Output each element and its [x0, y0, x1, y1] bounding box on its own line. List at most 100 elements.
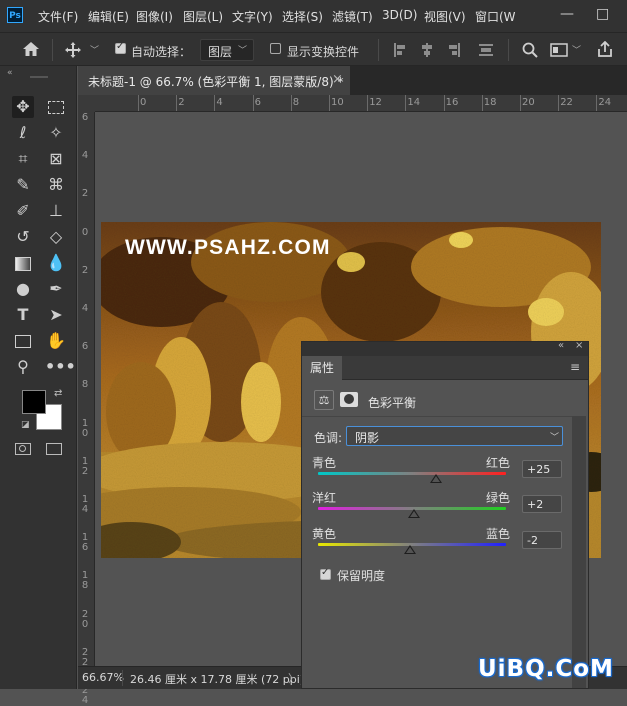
panel-tab-row: 属性 ≡ — [302, 356, 588, 380]
ruler-tick-label: 1 0 — [81, 417, 89, 439]
close-panel-icon[interactable]: × — [575, 340, 583, 351]
eyedropper-tool-icon[interactable]: ✎ — [12, 174, 34, 196]
menu-file[interactable]: 文件(F) — [38, 8, 78, 25]
clone-stamp-tool-icon[interactable]: ⊥ — [45, 200, 67, 222]
slider-left-label: 黄色 — [312, 527, 337, 541]
color-slider-thumb[interactable] — [404, 545, 417, 554]
auto-select-target-dropdown[interactable]: 图层 ﹀ — [200, 39, 254, 61]
chevron-down-icon[interactable]: ﹀ — [90, 43, 99, 56]
default-colors-icon[interactable]: ◪ — [21, 420, 30, 430]
ruler-tick — [481, 95, 483, 111]
color-slider-thumb[interactable] — [407, 509, 420, 518]
color-value-input[interactable]: -2 — [522, 531, 562, 549]
ruler-tick-label: 18 — [483, 97, 497, 108]
balance-scale-icon[interactable]: ⚖ — [314, 390, 334, 410]
brush-tool-icon[interactable]: ✐ — [12, 200, 34, 222]
workspace-icon[interactable] — [550, 43, 568, 57]
crop-tool-icon[interactable]: ⌗ — [12, 148, 34, 170]
menu-filter[interactable]: 滤镜(T) — [332, 8, 373, 25]
rectangle-tool-icon[interactable] — [12, 330, 34, 352]
ruler-tick — [443, 95, 445, 111]
move-tool-icon[interactable] — [64, 41, 82, 59]
ruler-tick — [405, 95, 407, 111]
color-value-input[interactable]: +2 — [522, 495, 562, 513]
frame-tool-icon[interactable]: ⊠ — [45, 148, 67, 170]
auto-select-checkbox[interactable] — [115, 41, 126, 54]
collapse-panel-icon[interactable]: « — [558, 340, 564, 351]
menu-type[interactable]: 文字(Y) — [232, 8, 273, 25]
color-slider-thumb[interactable] — [429, 474, 442, 483]
path-selection-tool-icon[interactable]: ➤ — [45, 304, 67, 326]
type-tool-icon[interactable]: T — [12, 304, 34, 326]
dodge-tool-icon[interactable]: ● — [12, 278, 34, 300]
auto-select-label: 自动选择： — [131, 45, 192, 59]
menu-window[interactable]: 窗口(W — [475, 8, 516, 25]
layer-mask-icon[interactable] — [340, 392, 358, 407]
show-transform-checkbox[interactable] — [270, 43, 281, 54]
collapse-icon[interactable]: « — [7, 68, 13, 78]
properties-tab[interactable]: 属性 — [302, 356, 342, 380]
history-brush-tool-icon[interactable]: ↺ — [12, 226, 34, 248]
foreground-color-swatch[interactable] — [22, 390, 46, 414]
pen-tool-icon[interactable]: ✒ — [45, 278, 67, 300]
gradient-tool-icon[interactable] — [12, 252, 34, 274]
distribute-icon[interactable] — [479, 43, 493, 57]
patch-tool-icon[interactable]: ⌘ — [45, 174, 67, 196]
menu-select[interactable]: 选择(S) — [282, 8, 323, 25]
color-slider-track[interactable] — [318, 472, 506, 475]
minimize-button[interactable]: — — [560, 6, 574, 22]
horizontal-ruler[interactable]: 02468101214161820222426 — [95, 95, 627, 112]
ruler-tick-label: 1 8 — [81, 570, 89, 592]
search-icon[interactable] — [522, 42, 538, 58]
ruler-origin[interactable] — [78, 95, 95, 112]
watermark-text: WWW.PSAHZ.COM — [125, 236, 331, 259]
maximize-button[interactable]: □ — [596, 6, 609, 22]
menu-3d[interactable]: 3D(D) — [382, 8, 417, 22]
home-icon[interactable] — [22, 41, 40, 57]
panel-scrollbar[interactable] — [572, 416, 586, 688]
eraser-tool-icon[interactable]: ◇ — [45, 226, 67, 248]
document-info[interactable]: 26.46 厘米 x 17.78 厘米 (72 ppi) — [130, 671, 304, 687]
tone-value: 阴影 — [355, 431, 380, 445]
align-left-edges-icon[interactable] — [394, 43, 408, 57]
ruler-tick-label: 2 2 — [81, 646, 89, 668]
status-menu-arrow[interactable]: 〉 — [288, 670, 299, 686]
ruler-tick — [558, 95, 560, 111]
color-value-input[interactable]: +25 — [522, 460, 562, 478]
menu-edit[interactable]: 编辑(E) — [88, 8, 129, 25]
vertical-ruler[interactable]: 6 4 2 0 2 4 6 8 1 0 1 2 1 4 1 6 1 8 2 0 2 2 2 4 — [78, 95, 95, 706]
more-tools-icon[interactable]: ••• — [45, 356, 76, 378]
photoshop-logo-icon[interactable]: Ps — [7, 7, 23, 23]
chevron-down-icon: ﹀ — [550, 433, 560, 443]
magic-wand-tool-icon[interactable]: ✧ — [45, 122, 67, 144]
menu-image[interactable]: 图像(I) — [136, 8, 173, 25]
swap-colors-icon[interactable]: ⇄ — [54, 388, 62, 399]
panel-menu-icon[interactable]: ≡ — [570, 361, 580, 373]
blur-tool-icon[interactable]: 💧 — [45, 252, 67, 274]
ruler-tick — [367, 95, 369, 111]
marquee-tool-icon[interactable] — [45, 96, 67, 118]
menu-layer[interactable]: 图层(L) — [183, 8, 223, 25]
zoom-level[interactable]: 66.67% — [82, 671, 124, 684]
screen-mode-icon[interactable] — [46, 443, 62, 455]
slider-left-label: 洋红 — [312, 491, 337, 505]
panel-title-bar[interactable]: « × — [302, 340, 588, 356]
grip-handle[interactable] — [30, 76, 48, 78]
align-horizontal-centers-icon[interactable] — [420, 43, 434, 57]
move-tool-icon[interactable]: ✥ — [12, 96, 34, 118]
menu-view[interactable]: 视图(V) — [424, 8, 466, 25]
ruler-tick — [596, 95, 598, 111]
preserve-luminosity-checkbox[interactable] — [320, 567, 331, 580]
quick-mask-icon[interactable] — [15, 443, 31, 455]
slider-right-label: 蓝色 — [486, 527, 511, 541]
close-tab-button[interactable]: × — [332, 72, 343, 87]
document-tab[interactable]: 未标题-1 @ 66.7% (色彩平衡 1, 图层蒙版/8) * × — [78, 66, 350, 95]
tone-dropdown[interactable]: 阴影 ﹀ — [346, 426, 563, 446]
zoom-tool-icon[interactable]: ⚲ — [12, 356, 34, 378]
lasso-tool-icon[interactable]: ℓ — [12, 122, 34, 144]
align-right-edges-icon[interactable] — [446, 43, 460, 57]
chevron-down-icon[interactable]: ﹀ — [572, 43, 581, 56]
show-transform-label: 显示变换控件 — [287, 45, 360, 59]
share-icon[interactable] — [597, 41, 613, 58]
hand-tool-icon[interactable]: ✋ — [45, 330, 67, 352]
